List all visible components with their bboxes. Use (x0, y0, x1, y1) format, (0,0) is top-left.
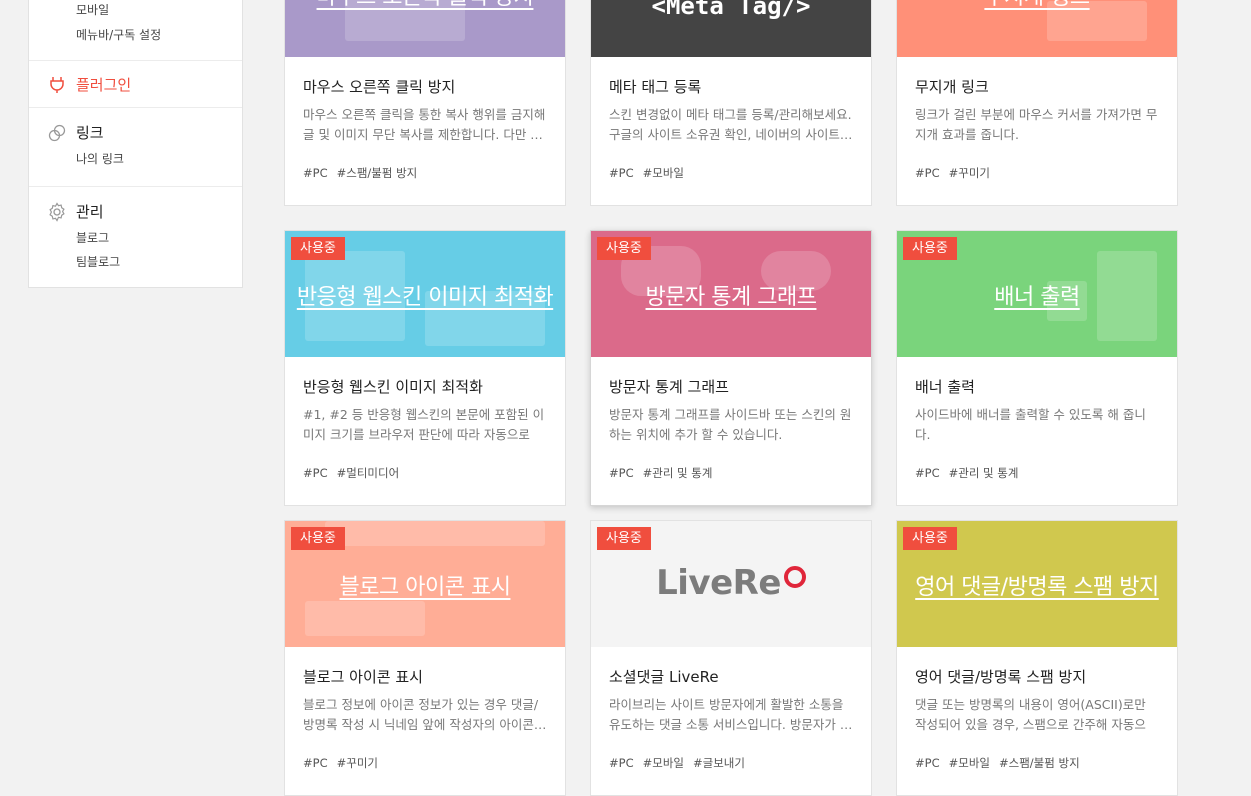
link-icon (48, 124, 66, 142)
sidebar-section-manage: 관리 블로그 팀블로그 (29, 186, 242, 289)
card-title[interactable]: 배너 출력 (915, 376, 975, 397)
tag[interactable]: #꾸미기 (949, 166, 990, 180)
tag[interactable]: #멀티미디어 (337, 466, 400, 480)
card-tags: #PC #모바일 #스팸/불펌 방지 (915, 755, 1089, 771)
tag[interactable]: #꾸미기 (337, 756, 378, 770)
thumb-title: 방문자 통계 그래프 (645, 285, 817, 310)
tag[interactable]: #모바일 (643, 756, 684, 770)
card-tags: #PC #모바일 #글보내기 (609, 755, 754, 771)
card-title[interactable]: 메타 태그 등록 (609, 76, 701, 97)
sidebar-item-blog[interactable]: 블로그 (76, 229, 109, 246)
card-title[interactable]: 무지개 링크 (915, 76, 989, 97)
plugin-card-blog-icon[interactable]: 블로그 아이콘 표시 사용중 블로그 아이콘 표시 블로그 정보에 아이콘 정보… (284, 520, 566, 796)
card-thumbnail[interactable]: 마우스 오른쪽 클릭 방지 (285, 0, 565, 57)
card-title[interactable]: 방문자 통계 그래프 (609, 376, 729, 397)
sidebar-item-manage[interactable]: 관리 (76, 201, 104, 222)
tag[interactable]: #PC (609, 756, 634, 770)
plugin-card-right-click-block[interactable]: 마우스 오른쪽 클릭 방지 마우스 오른쪽 클릭 방지 마우스 오른쪽 클릭을 … (284, 0, 566, 206)
thumb-title: <Meta Tag/> (651, 0, 811, 20)
card-description: 스킨 변경없이 메타 태그를 등록/관리해보세요. 구글의 사이트 소유권 확인… (609, 107, 853, 142)
livere-logo: LiveRe (591, 563, 871, 603)
gear-icon (49, 202, 65, 222)
card-thumbnail[interactable]: 무지개 링크 (897, 0, 1177, 57)
sidebar-section-link: 링크 나의 링크 (29, 107, 242, 187)
card-tags: #PC #꾸미기 (915, 165, 999, 181)
speech-bubble-icon (783, 566, 806, 588)
tag[interactable]: #글보내기 (693, 756, 745, 770)
livere-wordmark: LiveRe (656, 563, 781, 603)
in-use-badge: 사용중 (291, 237, 345, 260)
plugin-card-banner[interactable]: 배너 출력 사용중 배너 출력 사이드바에 배너를 출력할 수 있도록 해 줍니… (896, 230, 1178, 506)
sidebar-item-plugin[interactable]: 플러그인 (76, 74, 131, 95)
thumb-title: 블로그 아이콘 표시 (339, 575, 511, 600)
thumb-title: 영어 댓글/방명록 스팸 방지 (915, 575, 1159, 600)
in-use-badge: 사용중 (597, 237, 651, 260)
tag[interactable]: #PC (915, 466, 940, 480)
card-title[interactable]: 블로그 아이콘 표시 (303, 666, 423, 687)
sidebar-item-link[interactable]: 링크 (76, 122, 104, 143)
card-description: 라이브리는 사이트 방문자에게 활발한 소통을 유도하는 댓글 소통 서비스입니… (609, 697, 853, 732)
plugin-card-responsive-image[interactable]: 반응형 웹스킨 이미지 최적화 사용중 반응형 웹스킨 이미지 최적화 #1, … (284, 230, 566, 506)
plug-icon (50, 77, 64, 93)
in-use-badge: 사용중 (291, 527, 345, 550)
tag[interactable]: #모바일 (643, 166, 684, 180)
card-tags: #PC #멀티미디어 (303, 465, 408, 481)
plugin-card-livere[interactable]: LiveRe 사용중 소셜댓글 LiveRe 라이브리는 사이트 방문자에게 활… (590, 520, 872, 796)
card-title[interactable]: 영어 댓글/방명록 스팸 방지 (915, 666, 1086, 687)
card-description: 댓글 또는 방명록의 내용이 영어(ASCII)로만 작성되어 있을 경우, 스… (915, 697, 1146, 732)
tag[interactable]: #PC (915, 756, 940, 770)
in-use-badge: 사용중 (903, 237, 957, 260)
sidebar-item-mobile[interactable]: 모바일 (76, 1, 109, 18)
card-thumbnail[interactable]: <Meta Tag/> (591, 0, 871, 57)
card-tags: #PC #모바일 (609, 165, 693, 181)
card-description: 방문자 통계 그래프를 사이드바 또는 스킨의 원하는 위치에 추가 할 수 있… (609, 407, 852, 442)
tag[interactable]: #PC (303, 466, 328, 480)
thumb-title: 반응형 웹스킨 이미지 최적화 (296, 285, 554, 310)
tag[interactable]: #모바일 (949, 756, 990, 770)
in-use-badge: 사용중 (597, 527, 651, 550)
tag[interactable]: #PC (303, 756, 328, 770)
tag[interactable]: #스팸/불펌 방지 (999, 756, 1080, 770)
card-description: 사이드바에 배너를 출력할 수 있도록 해 줍니다. (915, 407, 1146, 442)
sidebar-item-my-link[interactable]: 나의 링크 (76, 150, 124, 167)
card-title[interactable]: 마우스 오른쪽 클릭 방지 (303, 76, 455, 97)
card-title[interactable]: 반응형 웹스킨 이미지 최적화 (303, 376, 483, 397)
card-description: 링크가 걸린 부분에 마우스 커서를 가져가면 무지개 효과를 줍니다. (915, 107, 1158, 142)
plugin-card-visitor-graph[interactable]: 방문자 통계 그래프 사용중 방문자 통계 그래프 방문자 통계 그래프를 사이… (590, 230, 872, 506)
sidebar-item-teamblog[interactable]: 팀블로그 (76, 253, 120, 270)
tag[interactable]: #PC (915, 166, 940, 180)
thumb-title: 배너 출력 (994, 285, 1080, 310)
tag[interactable]: #PC (303, 166, 328, 180)
tag[interactable]: #PC (609, 166, 634, 180)
card-tags: #PC #꾸미기 (303, 755, 387, 771)
sidebar-section-plugin: 플러그인 (29, 60, 242, 108)
plugin-card-rainbow-link[interactable]: 무지개 링크 무지개 링크 링크가 걸린 부분에 마우스 커서를 가져가면 무지… (896, 0, 1178, 206)
tag[interactable]: #스팸/불펌 방지 (337, 166, 418, 180)
sidebar: 모바일 메뉴바/구독 설정 플러그인 링크 나의 링크 관리 블로그 팀블로그 (28, 0, 243, 288)
thumb-title: 무지개 링크 (897, 0, 1177, 11)
thumb-title: 마우스 오른쪽 클릭 방지 (285, 0, 565, 11)
card-tags: #PC #관리 및 통계 (915, 465, 1027, 481)
sidebar-item-menubar[interactable]: 메뉴바/구독 설정 (76, 26, 161, 43)
tag[interactable]: #관리 및 통계 (643, 466, 713, 480)
card-title[interactable]: 소셜댓글 LiveRe (609, 666, 719, 687)
card-tags: #PC #관리 및 통계 (609, 465, 721, 481)
card-description: 마우스 오른쪽 클릭을 통한 복사 행위를 금지해 글 및 이미지 무단 복사를… (303, 107, 546, 142)
tag[interactable]: #관리 및 통계 (949, 466, 1019, 480)
card-tags: #PC #스팸/불펌 방지 (303, 165, 426, 181)
in-use-badge: 사용중 (903, 527, 957, 550)
card-description: #1, #2 등 반응형 웹스킨의 본문에 포함된 이미지 크기를 브라우저 판… (303, 407, 545, 442)
card-description: 블로그 정보에 아이콘 정보가 있는 경우 댓글/방명록 작성 시 닉네임 앞에… (303, 697, 547, 732)
plugin-card-english-spam[interactable]: 영어 댓글/방명록 스팸 방지 사용중 영어 댓글/방명록 스팸 방지 댓글 또… (896, 520, 1178, 796)
tag[interactable]: #PC (609, 466, 634, 480)
plugin-card-meta-tag[interactable]: <Meta Tag/> 메타 태그 등록 스킨 변경없이 메타 태그를 등록/관… (590, 0, 872, 206)
